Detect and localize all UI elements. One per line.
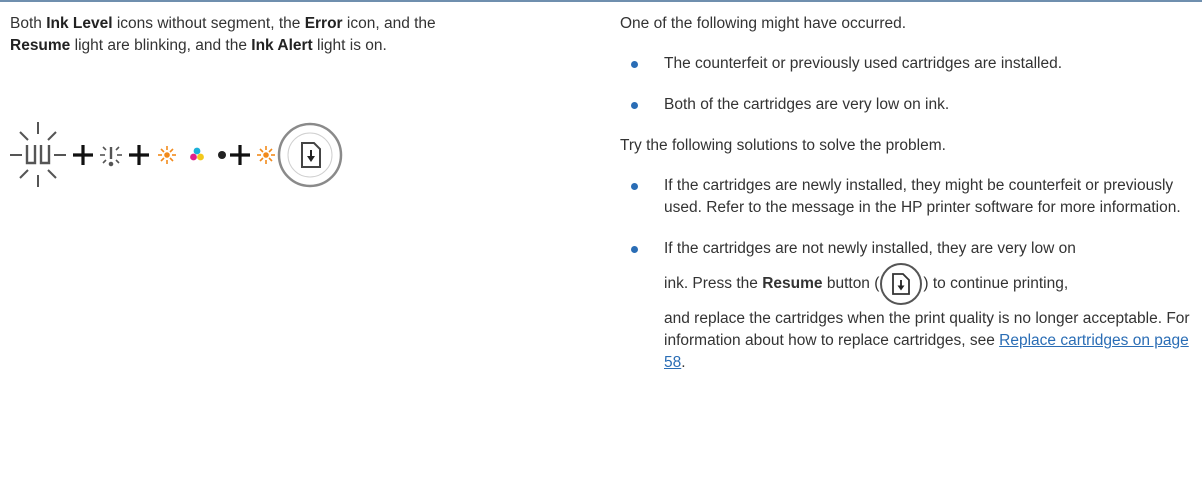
control-panel-lights-illustration [10,122,343,188]
black-cartridge-icon [218,151,226,159]
bullet-dot-icon [631,246,638,253]
ink-level-blinking-icon [10,122,66,187]
color-cartridge-icon [190,147,204,161]
error-blinking-icon [100,146,122,167]
bullet-dot-icon [631,102,638,109]
solution-item: If the cartridges are newly installed, t… [620,175,1190,219]
causes-intro: One of the following might have occurred… [620,15,907,32]
cause-item: Both of the cartridges are very low on i… [620,94,1190,116]
plus-sign [73,145,93,165]
solution-item: If the cartridges are not newly installe… [620,238,1190,374]
top-rule [0,0,1202,2]
bullet-dot-icon [631,183,638,190]
resume-button-icon [277,122,343,188]
resume-button-icon [880,262,923,305]
bullet-dot-icon [631,61,638,68]
condition-column: Both Ink Level icons without segment, th… [10,13,580,188]
plus-sign [230,145,250,165]
condition-description: Both Ink Level icons without segment, th… [10,15,436,54]
cause-item: The counterfeit or previously used cartr… [620,53,1190,75]
causes-and-solutions-column: One of the following might have occurred… [620,13,1190,374]
resume-light-blinking-icon [257,146,275,164]
plus-sign [129,145,149,165]
ink-alert-on-icon [158,146,176,164]
solutions-intro: Try the following solutions to solve the… [620,137,946,154]
